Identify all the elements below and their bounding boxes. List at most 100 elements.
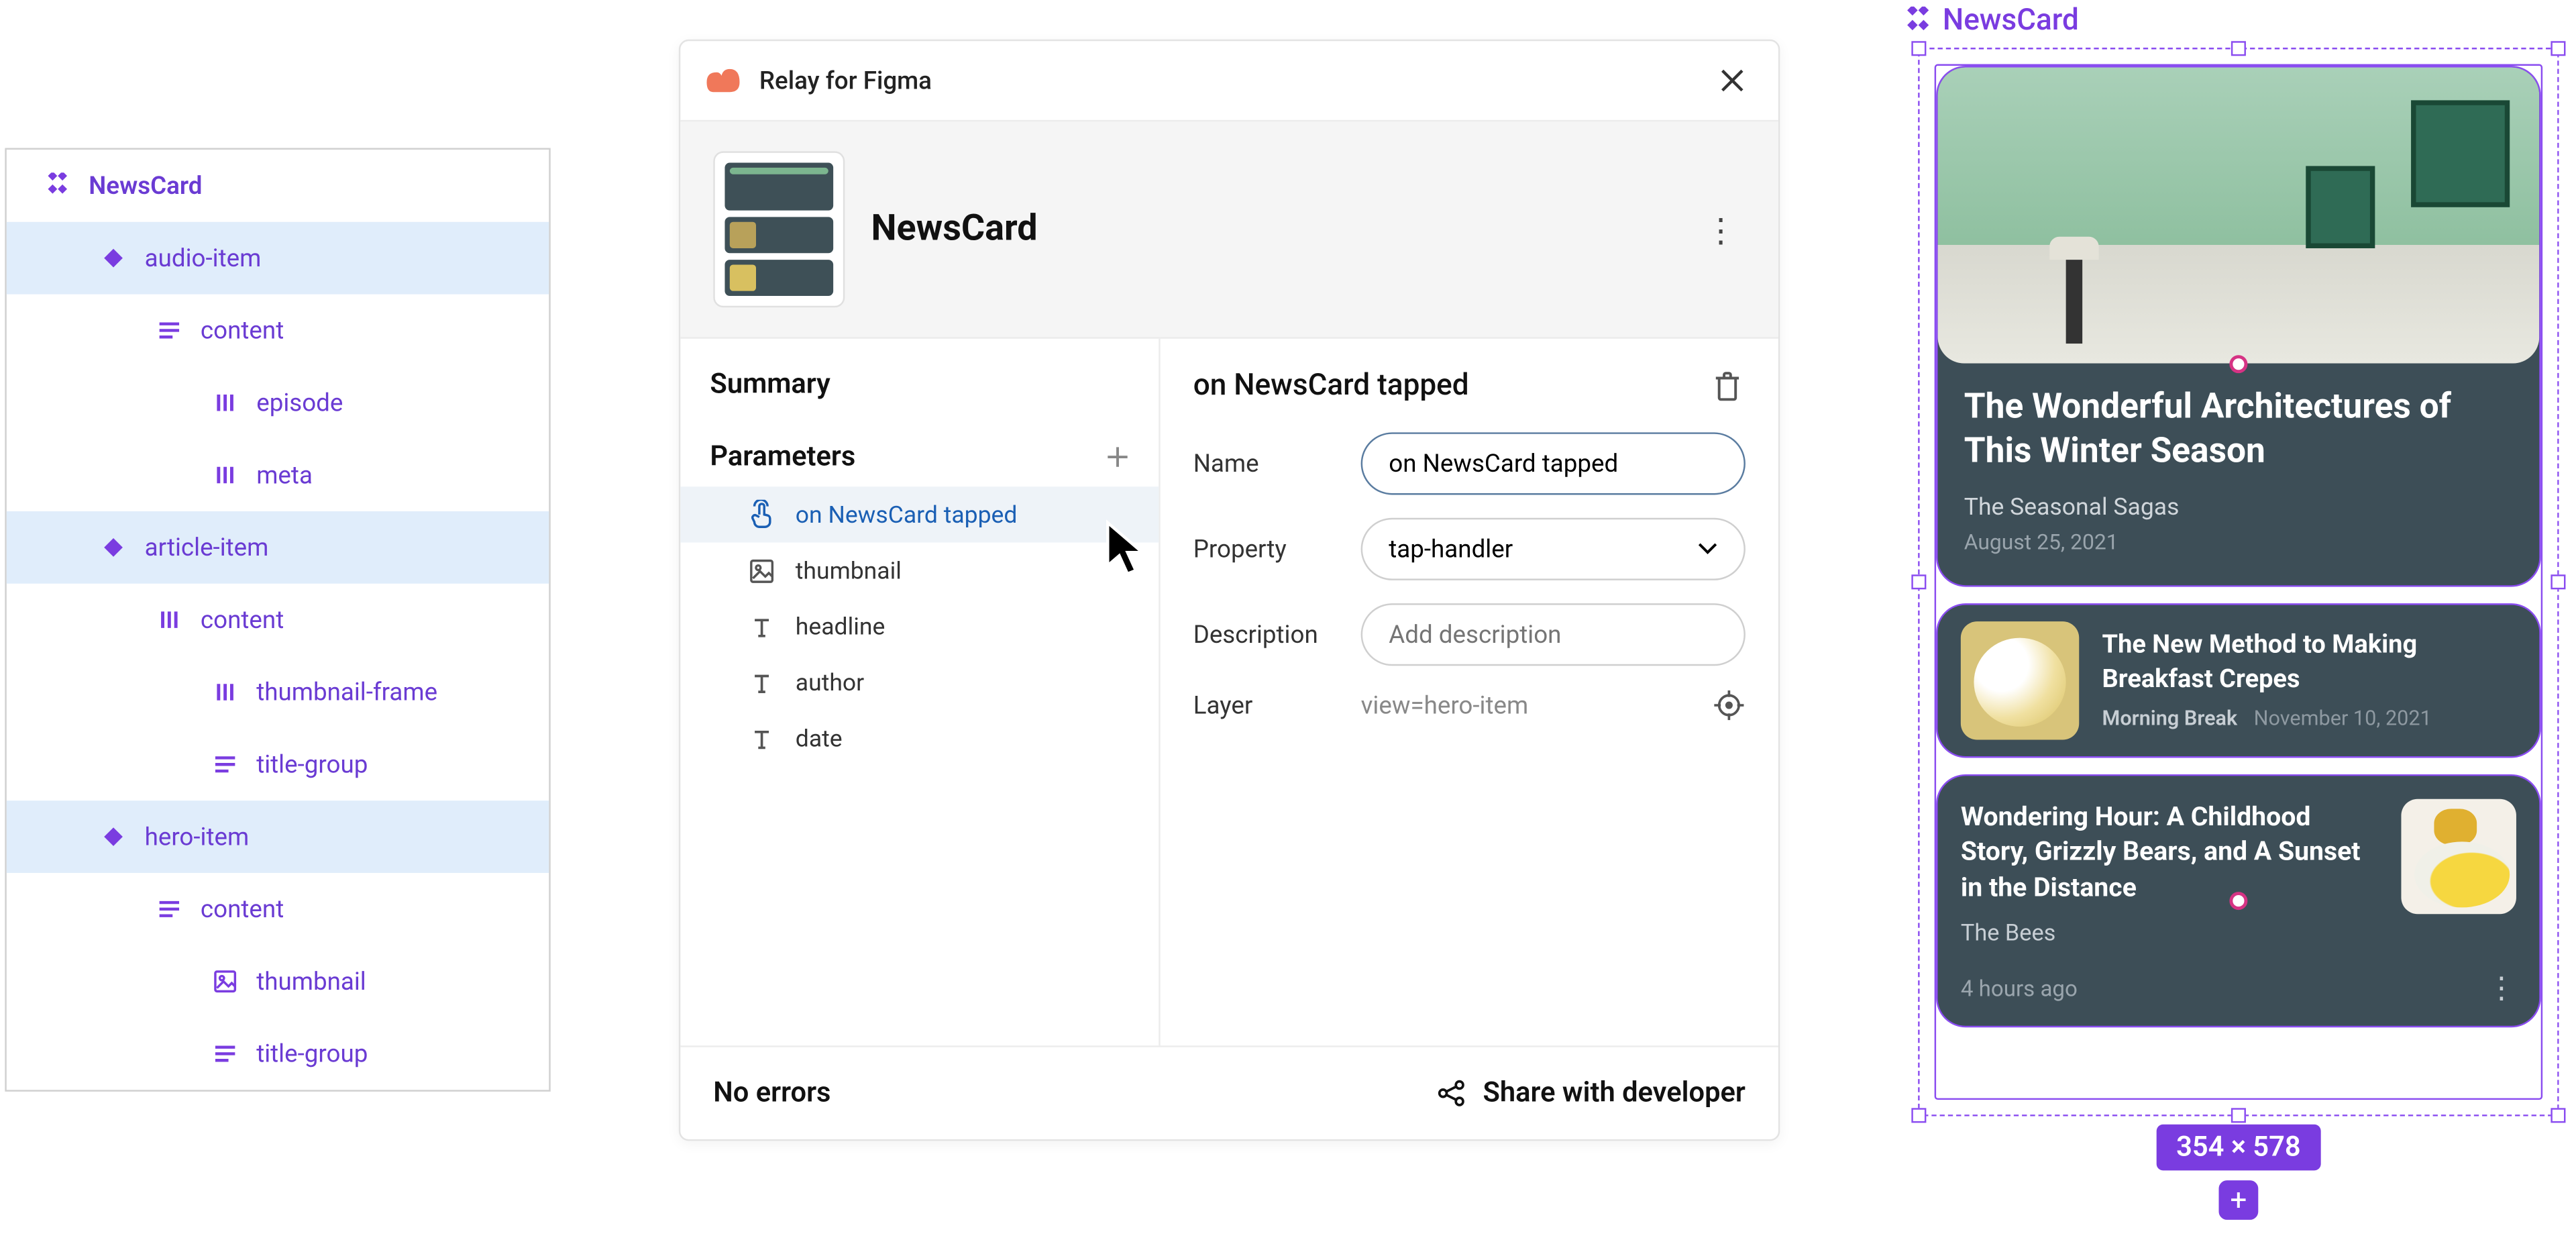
bars-icon [211,388,240,417]
layers-row-thumbnail[interactable]: thumbnail [7,945,549,1018]
bars-icon [211,677,240,707]
layer-label: thumbnail [256,967,366,996]
close-icon[interactable] [1713,61,1752,101]
article-author: Morning Break [2102,707,2238,732]
summary-section-title[interactable]: Summary [680,368,1159,421]
share-with-developer-button[interactable]: Share with developer [1437,1077,1746,1110]
layers-row-content[interactable]: content [7,584,549,656]
audio-thumbnail [2401,798,2516,914]
audio-author: The Bees [1961,921,2378,947]
dimensions-badge: 354 × 578 [2157,1125,2320,1171]
audio-time: 4 hours ago [1961,977,2378,1003]
canvas-selection-frame[interactable]: The Wonderful Architectures of This Wint… [1918,48,2559,1117]
text-icon [746,611,775,641]
layer-label: content [201,894,284,924]
param-row-thumbnail[interactable]: thumbnail [680,543,1159,599]
name-field-label: Name [1193,449,1335,478]
hero-headline: The Wonderful Architectures of This Wint… [1964,386,2513,476]
lines-icon [154,894,184,924]
param-row-on-NewsCard-tapped[interactable]: on NewsCard tapped [680,486,1159,542]
component-title: NewsCard [871,209,1038,250]
resize-handle[interactable] [2551,574,2565,589]
layers-row-hero-item[interactable]: hero-item [7,800,549,873]
resize-handle[interactable] [2551,41,2565,56]
param-label: headline [796,613,885,641]
article-item-card[interactable]: The New Method to Making Breakfast Crepe… [1936,603,2541,757]
lines-icon [211,750,240,779]
tap-icon [746,500,775,529]
layer-label: title-group [256,750,368,779]
article-headline: The New Method to Making Breakfast Crepe… [2102,628,2516,697]
diamond-icon [99,244,128,273]
layer-label: title-group [256,1039,368,1068]
param-label: on NewsCard tapped [796,501,1018,529]
delete-icon[interactable] [1713,369,1746,402]
add-parameter-icon[interactable] [1106,446,1129,468]
diamond-icon [99,822,128,851]
component-set-icon [1903,6,1933,36]
diamond-icon [99,533,128,562]
resize-handle[interactable] [2231,1108,2246,1123]
layers-row-title-group[interactable]: title-group [7,1018,549,1090]
layers-row-thumbnail-frame[interactable]: thumbnail-frame [7,656,549,729]
plugin-right-panel: on NewsCard tapped Name Property tap-han… [1161,339,1778,1046]
component-set-icon [43,171,72,201]
card-more-icon[interactable]: ⋮ [2487,972,2516,1006]
image-icon [211,967,240,996]
plugin-header: Relay for Figma [680,41,1778,121]
layer-label: audio-item [145,244,262,273]
param-row-headline[interactable]: headline [680,599,1159,654]
share-label: Share with developer [1483,1077,1746,1110]
status-no-errors: No errors [713,1077,830,1110]
hero-item-card[interactable]: The Wonderful Architectures of This Wint… [1936,66,2541,586]
add-variant-button[interactable]: + [2219,1180,2259,1220]
audio-item-card[interactable]: Wondering Hour: A Childhood Story, Grizz… [1936,774,2541,1028]
variant-marker-icon [2229,892,2247,910]
property-select[interactable]: tap-handler [1361,518,1746,580]
layer-label: meta [256,460,313,490]
text-icon [746,668,775,697]
layers-row-article-item[interactable]: article-item [7,511,549,584]
layers-row-title-group[interactable]: title-group [7,728,549,800]
hero-author: The Seasonal Sagas [1964,493,2513,521]
variant-marker-icon [2229,355,2247,373]
layer-label: article-item [145,533,269,562]
article-date: November 10, 2021 [2254,707,2432,732]
lines-icon [211,1039,240,1068]
parameter-detail-title: on NewsCard tapped [1193,368,1469,403]
bars-icon [154,605,184,635]
layers-row-meta[interactable]: meta [7,439,549,511]
layer-label: content [201,315,284,345]
resize-handle[interactable] [1911,41,1926,56]
resize-handle[interactable] [1911,574,1926,589]
more-menu-icon[interactable]: ⋮ [1695,200,1746,259]
description-input[interactable] [1361,603,1746,666]
target-icon[interactable] [1713,689,1746,722]
lines-icon [154,315,184,345]
param-label: thumbnail [796,556,902,584]
layers-row-content[interactable]: content [7,873,549,945]
resize-handle[interactable] [1911,1108,1926,1123]
canvas-label-text: NewsCard [1943,3,2079,38]
layers-row-audio-item[interactable]: audio-item [7,222,549,295]
resize-handle[interactable] [2231,41,2246,56]
layer-label: content [201,605,284,635]
layers-row-content[interactable]: content [7,295,549,367]
relay-plugin-panel: Relay for Figma NewsCard ⋮ Summary [679,40,1780,1141]
parameters-section-title: Parameters [710,441,855,474]
chevron-down-icon [1698,543,1717,556]
description-field-label: Description [1193,620,1335,650]
resize-handle[interactable] [2551,1108,2565,1123]
plugin-left-panel: Summary Parameters on NewsCard tapped thu… [680,339,1160,1046]
newscard-stack: The Wonderful Architectures of This Wint… [1935,64,2543,1100]
name-input[interactable] [1361,432,1746,495]
layers-row-episode[interactable]: episode [7,366,549,439]
param-row-author[interactable]: author [680,654,1159,710]
param-label: author [796,668,864,696]
param-row-date[interactable]: date [680,710,1159,766]
property-field-label: Property [1193,534,1335,564]
layers-panel: NewsCard audio-item content episode meta art… [5,148,550,1092]
hero-thumbnail [1938,67,2540,363]
canvas-component-label[interactable]: NewsCard [1903,3,2079,38]
layers-root-row[interactable]: NewsCard [7,150,549,222]
